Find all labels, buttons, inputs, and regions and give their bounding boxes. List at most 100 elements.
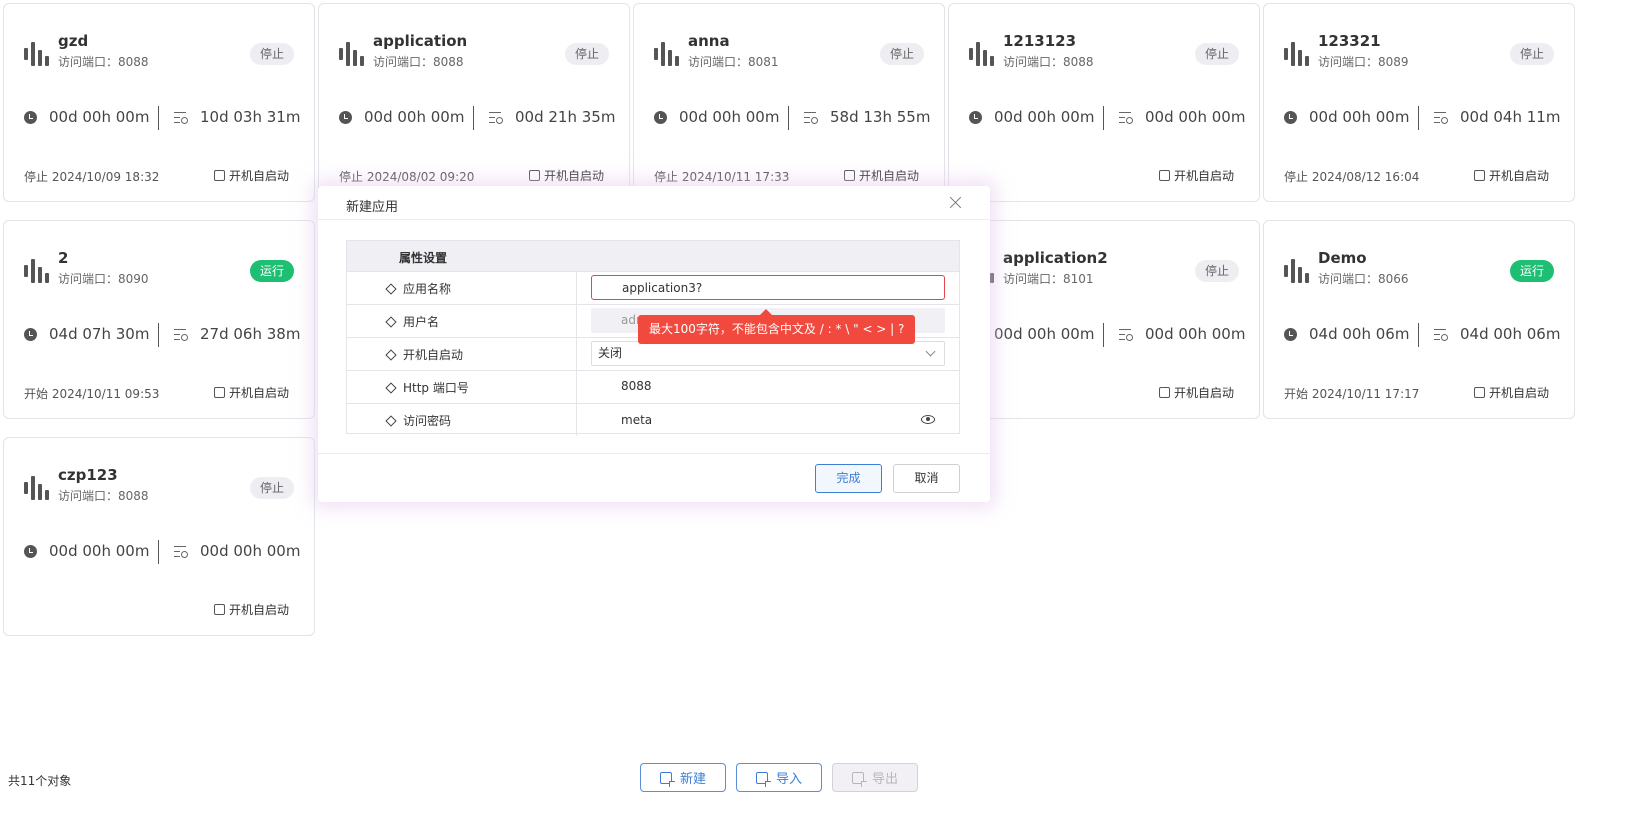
- eye-icon[interactable]: [921, 415, 935, 424]
- history-icon: [1119, 111, 1133, 124]
- autostart-checkbox[interactable]: 开机自启动: [528, 167, 604, 184]
- status-badge: 停止: [879, 43, 924, 65]
- app-name: anna: [688, 32, 730, 50]
- checkbox-icon[interactable]: [213, 387, 225, 398]
- clock-icon: [24, 544, 37, 558]
- checkbox-icon[interactable]: [1473, 170, 1485, 181]
- diamond-icon: [385, 381, 397, 394]
- checkbox-icon[interactable]: [1158, 387, 1170, 398]
- field-label: Http 端口号: [385, 379, 469, 396]
- status-badge: 停止: [249, 477, 294, 499]
- cancel-button[interactable]: 取消: [893, 464, 960, 493]
- autostart-checkbox[interactable]: 开机自启动: [843, 167, 919, 184]
- app-port: 访问端口：8089: [1318, 55, 1409, 69]
- divider: [158, 323, 159, 347]
- close-icon[interactable]: [949, 196, 962, 209]
- diamond-icon: [385, 282, 397, 295]
- history-icon: [804, 111, 818, 124]
- run-time: 00d 00h 00m: [654, 108, 779, 126]
- waveform-icon: [654, 42, 680, 66]
- chevron-down-icon: [925, 346, 936, 357]
- app-name: application2: [1003, 249, 1108, 267]
- app-name: application: [373, 32, 468, 50]
- clock-icon: [1284, 327, 1297, 341]
- app-card[interactable]: 123321 访问端口：8089 停止 00d 00h 00m 00d 04h …: [1263, 3, 1575, 202]
- checkbox-icon[interactable]: [528, 170, 540, 181]
- password-field[interactable]: meta: [591, 407, 945, 432]
- autostart-checkbox[interactable]: 开机自启动: [1473, 384, 1549, 401]
- status-badge: 停止: [249, 43, 294, 65]
- dialog-footer: 完成 取消: [318, 453, 990, 502]
- autostart-select[interactable]: 关闭: [591, 341, 945, 366]
- app-port: 访问端口：8088: [373, 55, 464, 69]
- run-time: 04d 07h 30m: [24, 325, 149, 343]
- app-card[interactable]: anna 访问端口：8081 停止 00d 00h 00m 58d 13h 55…: [633, 3, 945, 202]
- import-button[interactable]: 导入: [736, 763, 822, 792]
- waveform-icon: [339, 42, 365, 66]
- checkbox-icon[interactable]: [213, 170, 225, 181]
- total-time: 04d 00h 06m: [1434, 325, 1560, 343]
- new-app-dialog: 新建应用 属性设置 应用名称 application3? 用户名 adr 开机自…: [318, 186, 990, 502]
- autostart-checkbox[interactable]: 开机自启动: [213, 384, 289, 401]
- dialog-title: 新建应用: [346, 200, 399, 215]
- divider: [1418, 323, 1419, 347]
- total-time: 00d 04h 11m: [1434, 108, 1560, 126]
- history-icon: [174, 328, 188, 341]
- autostart-checkbox[interactable]: 开机自启动: [1158, 384, 1234, 401]
- autostart-checkbox[interactable]: 开机自启动: [1158, 167, 1234, 184]
- app-port: 访问端口：8081: [688, 55, 779, 69]
- app-name: 2: [58, 249, 69, 267]
- field-label: 应用名称: [385, 280, 451, 297]
- app-card[interactable]: 1213123 访问端口：8088 停止 00d 00h 00m 00d 00h…: [948, 3, 1260, 202]
- clock-icon: [1284, 110, 1297, 124]
- new-button[interactable]: 新建: [640, 763, 726, 792]
- status-time: 停止 2024/08/02 09:20: [339, 170, 475, 184]
- waveform-icon: [1284, 42, 1310, 66]
- autostart-checkbox[interactable]: 开机自启动: [213, 601, 289, 618]
- run-time: 00d 00h 00m: [24, 108, 149, 126]
- divider: [158, 106, 159, 130]
- waveform-icon: [24, 476, 50, 500]
- clock-icon: [24, 110, 37, 124]
- ok-button[interactable]: 完成: [815, 464, 882, 493]
- total-time: 00d 21h 35m: [489, 108, 615, 126]
- history-icon: [1434, 111, 1448, 124]
- total-time: 10d 03h 31m: [174, 108, 300, 126]
- checkbox-icon[interactable]: [1158, 170, 1170, 181]
- app-card[interactable]: 2 访问端口：8090 运行 04d 07h 30m 27d 06h 38m 开…: [3, 220, 315, 419]
- autostart-checkbox[interactable]: 开机自启动: [1473, 167, 1549, 184]
- http-port-input[interactable]: 8088: [591, 374, 945, 399]
- app-port: 访问端口：8090: [58, 272, 149, 286]
- app-name-input[interactable]: application3?: [591, 275, 945, 300]
- clock-icon: [24, 327, 37, 341]
- clock-icon: [654, 110, 667, 124]
- export-button[interactable]: 导出: [832, 763, 918, 792]
- checkbox-icon[interactable]: [1473, 387, 1485, 398]
- validation-tooltip: 最大100字符，不能包含中文及 / : * \ " < > | ?: [638, 309, 916, 344]
- object-count: 共11个对象: [8, 774, 72, 788]
- divider: [158, 540, 159, 564]
- status-time: 停止 2024/10/09 18:32: [24, 170, 160, 184]
- diamond-icon: [385, 348, 397, 361]
- status-time: 开始 2024/10/11 09:53: [24, 387, 160, 401]
- field-label: 用户名: [385, 313, 439, 330]
- status-badge: 停止: [564, 43, 609, 65]
- status-time: 停止 2024/08/12 16:04: [1284, 170, 1420, 184]
- clock-icon: [339, 110, 352, 124]
- field-label: 开机自启动: [385, 346, 463, 363]
- app-card[interactable]: czp123 访问端口：8088 停止 00d 00h 00m 00d 00h …: [3, 437, 315, 636]
- app-card[interactable]: gzd 访问端口：8088 停止 00d 00h 00m 10d 03h 31m…: [3, 3, 315, 202]
- divider: [1418, 106, 1419, 130]
- app-card[interactable]: Demo 访问端口：8066 运行 04d 00h 06m 04d 00h 06…: [1263, 220, 1575, 419]
- checkbox-icon[interactable]: [213, 604, 225, 615]
- field-row-app-name: 应用名称 application3?: [347, 271, 959, 304]
- checkbox-icon[interactable]: [843, 170, 855, 181]
- select-value: 关闭: [598, 346, 623, 360]
- app-card[interactable]: application 访问端口：8088 停止 00d 00h 00m 00d…: [318, 3, 630, 202]
- status-badge: 停止: [1194, 260, 1239, 282]
- total-time: 58d 13h 55m: [804, 108, 930, 126]
- divider: [788, 106, 789, 130]
- autostart-checkbox[interactable]: 开机自启动: [213, 167, 289, 184]
- field-label: 访问密码: [385, 412, 451, 429]
- app-card[interactable]: application2 访问端口：8101 停止 00d 00h 00m 00…: [948, 220, 1260, 419]
